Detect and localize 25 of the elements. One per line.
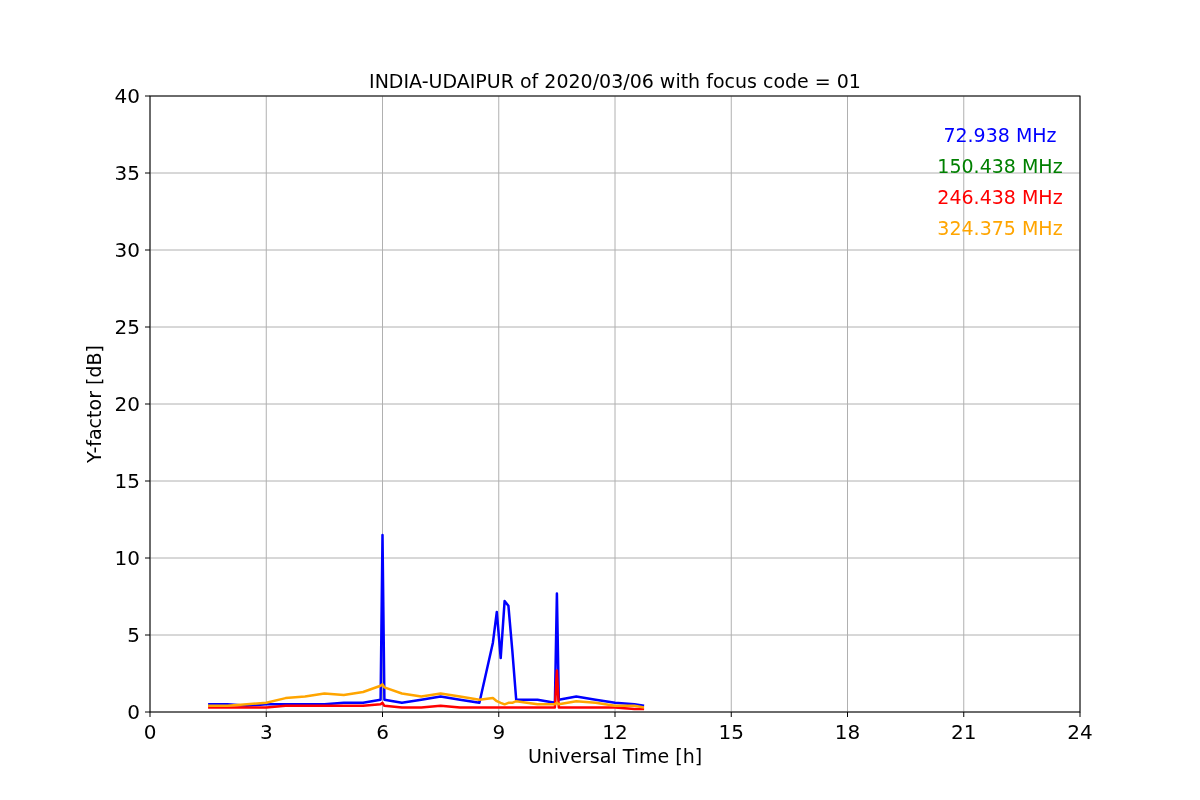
y-axis-label: Y-factor [dB] <box>83 345 105 463</box>
y-tick-label: 0 <box>127 700 140 724</box>
legend-label: 72.938 MHz <box>943 124 1057 146</box>
x-tick-label: 6 <box>376 720 389 744</box>
y-tick-label: 15 <box>114 469 140 493</box>
y-tick-label: 20 <box>114 392 140 416</box>
x-tick-label: 12 <box>602 720 628 744</box>
y-tick-label: 25 <box>114 315 140 339</box>
x-tick-label: 21 <box>951 720 977 744</box>
x-tick-label: 18 <box>834 720 861 744</box>
y-tick-label: 10 <box>114 546 140 570</box>
y-tick-label: 5 <box>127 623 140 647</box>
x-tick-label: 0 <box>143 720 157 744</box>
y-tick-label: 40 <box>114 84 140 108</box>
x-tick-label: 3 <box>259 720 273 744</box>
x-tick-label: 9 <box>492 720 506 744</box>
x-tick-label: 15 <box>718 720 744 744</box>
legend-label: 150.438 MHz <box>937 155 1063 177</box>
x-tick-label: 24 <box>1067 720 1093 744</box>
y-tick-label: 30 <box>114 238 140 262</box>
y-tick-label: 35 <box>114 161 140 185</box>
legend-label: 246.438 MHz <box>937 186 1063 208</box>
chart-title: INDIA-UDAIPUR of 2020/03/06 with focus code = 01 <box>369 70 861 92</box>
x-axis-label: Universal Time [h] <box>527 745 703 767</box>
legend-label: 324.375 MHz <box>937 217 1063 239</box>
